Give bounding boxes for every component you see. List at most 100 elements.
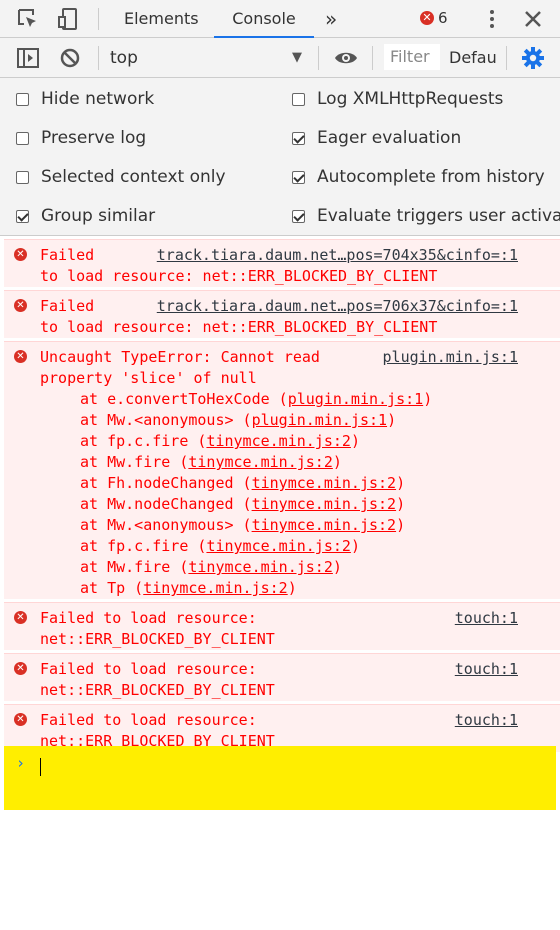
message-source-link[interactable]: track.tiara.daum.net…pos=706x37&cinfo=:1 [157, 296, 518, 317]
error-icon: ✕ [14, 299, 27, 312]
tab-console[interactable]: Console [214, 0, 314, 38]
prompt-chevron-icon: › [16, 754, 26, 772]
error-icon: ✕ [14, 611, 27, 624]
group-similar-option[interactable]: Group similar [16, 197, 155, 235]
eager-eval-option[interactable]: Eager evaluation [292, 119, 461, 157]
stack-frame-link[interactable]: tinymce.min.js:2 [206, 537, 351, 555]
console-message: ✕ Failed track.tiara.daum.net…pos=706x37… [4, 290, 560, 338]
error-icon: ✕ [14, 248, 27, 261]
group-similar-checkbox[interactable] [16, 209, 29, 223]
message-text: to load resource: net::ERR_BLOCKED_BY_CL… [40, 318, 438, 336]
filter-input[interactable]: Filter [384, 44, 440, 70]
message-source-link[interactable]: touch:1 [455, 710, 518, 731]
inspect-element-icon[interactable] [16, 7, 40, 31]
text-cursor [40, 758, 41, 776]
stack-frame-link[interactable]: plugin.min.js:1 [252, 411, 387, 429]
stack-frame-link[interactable]: tinymce.min.js:2 [252, 474, 397, 492]
message-source-link[interactable]: plugin.min.js:1 [383, 347, 518, 368]
toolbar-divider [372, 46, 373, 70]
stack-frame-link[interactable]: tinymce.min.js:2 [143, 579, 288, 597]
message-text: Failed to load resource: [40, 660, 257, 678]
message-source-link[interactable]: track.tiara.daum.net…pos=704x35&cinfo=:1 [157, 245, 518, 266]
eval-triggers-option[interactable]: Evaluate triggers user activation [292, 197, 560, 235]
eval-triggers-checkbox[interactable] [292, 209, 305, 223]
stack-frame: at fp.c.fire (tinymce.min.js:2) [80, 432, 360, 450]
selected-context-label: Selected context only [41, 167, 226, 187]
hide-network-label: Hide network [41, 89, 155, 109]
console-message: ✕ Failed track.tiara.daum.net…pos=704x35… [4, 239, 560, 287]
stack-frame: at Fh.nodeChanged (tinymce.min.js:2) [80, 474, 406, 492]
console-toolbar: top ▼ Filter Defau [0, 38, 560, 78]
error-count: 6 [438, 9, 448, 27]
stack-frame-link[interactable]: tinymce.min.js:2 [206, 432, 351, 450]
stack-frame-link[interactable]: tinymce.min.js:2 [252, 516, 397, 534]
message-text: Failed to load resource: [40, 609, 257, 627]
context-selector[interactable]: top [110, 38, 138, 78]
message-text: Uncaught TypeError: Cannot read [40, 348, 320, 366]
eval-triggers-label: Evaluate triggers user activation [317, 206, 560, 226]
console-message: ✕ Failed to load resource: touch:1 net::… [4, 602, 560, 650]
stack-frame: at e.convertToHexCode (plugin.min.js:1) [80, 390, 433, 408]
selected-context-checkbox[interactable] [16, 170, 29, 184]
log-levels-dropdown[interactable]: Defau [449, 38, 496, 78]
console-prompt[interactable]: › [4, 746, 556, 810]
console-message: ✕ Failed to load resource: touch:1 net::… [4, 653, 560, 701]
group-similar-label: Group similar [41, 206, 156, 226]
message-text: to load resource: net::ERR_BLOCKED_BY_CL… [40, 267, 438, 285]
message-source-link[interactable]: touch:1 [455, 659, 518, 680]
preserve-log-label: Preserve log [41, 128, 147, 148]
error-icon: ✕ [14, 662, 27, 675]
stack-frame-link[interactable]: plugin.min.js:1 [288, 390, 423, 408]
close-icon[interactable] [521, 7, 545, 31]
stack-frame: at Mw.fire (tinymce.min.js:2) [80, 558, 342, 576]
more-tabs-button[interactable]: » [325, 0, 337, 38]
toolbar-divider [318, 46, 319, 70]
preserve-log-checkbox[interactable] [16, 131, 29, 145]
error-icon: ✕ [14, 713, 27, 726]
kebab-menu-icon[interactable] [480, 7, 504, 31]
stack-frame-link[interactable]: tinymce.min.js:2 [188, 453, 333, 471]
eye-icon[interactable] [334, 46, 358, 70]
console-settings-pane: Hide network Preserve log Selected conte… [0, 78, 560, 236]
dropdown-arrow-icon[interactable]: ▼ [292, 38, 302, 78]
eager-eval-label: Eager evaluation [317, 128, 462, 148]
message-text: Failed to load resource: [40, 711, 257, 729]
toolbar-divider [98, 46, 99, 70]
autocomplete-label: Autocomplete from history [317, 167, 545, 187]
error-icon: ✕ [420, 11, 434, 25]
console-message: ✕ Failed to load resource: touch:1 net::… [4, 704, 560, 752]
gear-icon[interactable] [521, 46, 545, 70]
error-icon: ✕ [14, 350, 27, 363]
autocomplete-checkbox[interactable] [292, 170, 305, 184]
stack-frame: at Mw.fire (tinymce.min.js:2) [80, 453, 342, 471]
message-text: Failed [40, 246, 95, 264]
toolbar-divider [506, 46, 507, 70]
stack-frame: at fp.c.fire (tinymce.min.js:2) [80, 537, 360, 555]
error-counter[interactable]: ✕ 6 [420, 9, 448, 27]
console-message: ✕ Uncaught TypeError: Cannot read plugin… [4, 341, 560, 599]
clear-console-icon[interactable] [58, 46, 82, 70]
stack-frame: at Mw.<anonymous> (plugin.min.js:1) [80, 411, 397, 429]
autocomplete-option[interactable]: Autocomplete from history [292, 158, 545, 196]
log-xhr-checkbox[interactable] [292, 92, 305, 106]
toolbar-divider [98, 8, 99, 30]
stack-frame-link[interactable]: tinymce.min.js:2 [188, 558, 333, 576]
hide-network-option[interactable]: Hide network [16, 80, 154, 118]
devtools-tab-bar: Elements Console » ✕ 6 [0, 0, 560, 38]
hide-network-checkbox[interactable] [16, 92, 29, 106]
log-xhr-label: Log XMLHttpRequests [317, 89, 504, 109]
device-toolbar-icon[interactable] [56, 7, 80, 31]
message-source-link[interactable]: touch:1 [455, 608, 518, 629]
selected-context-option[interactable]: Selected context only [16, 158, 226, 196]
stack-frame-link[interactable]: tinymce.min.js:2 [252, 495, 397, 513]
stack-frame: at Mw.nodeChanged (tinymce.min.js:2) [80, 495, 406, 513]
message-text: net::ERR_BLOCKED_BY_CLIENT [40, 630, 275, 648]
message-text: property 'slice' of null [40, 369, 257, 387]
eager-eval-checkbox[interactable] [292, 131, 305, 145]
message-text: Failed [40, 297, 95, 315]
preserve-log-option[interactable]: Preserve log [16, 119, 146, 157]
sidebar-toggle-icon[interactable] [16, 46, 40, 70]
log-xhr-option[interactable]: Log XMLHttpRequests [292, 80, 503, 118]
stack-frame: at Tp (tinymce.min.js:2) [80, 579, 297, 597]
tab-elements[interactable]: Elements [124, 0, 199, 38]
